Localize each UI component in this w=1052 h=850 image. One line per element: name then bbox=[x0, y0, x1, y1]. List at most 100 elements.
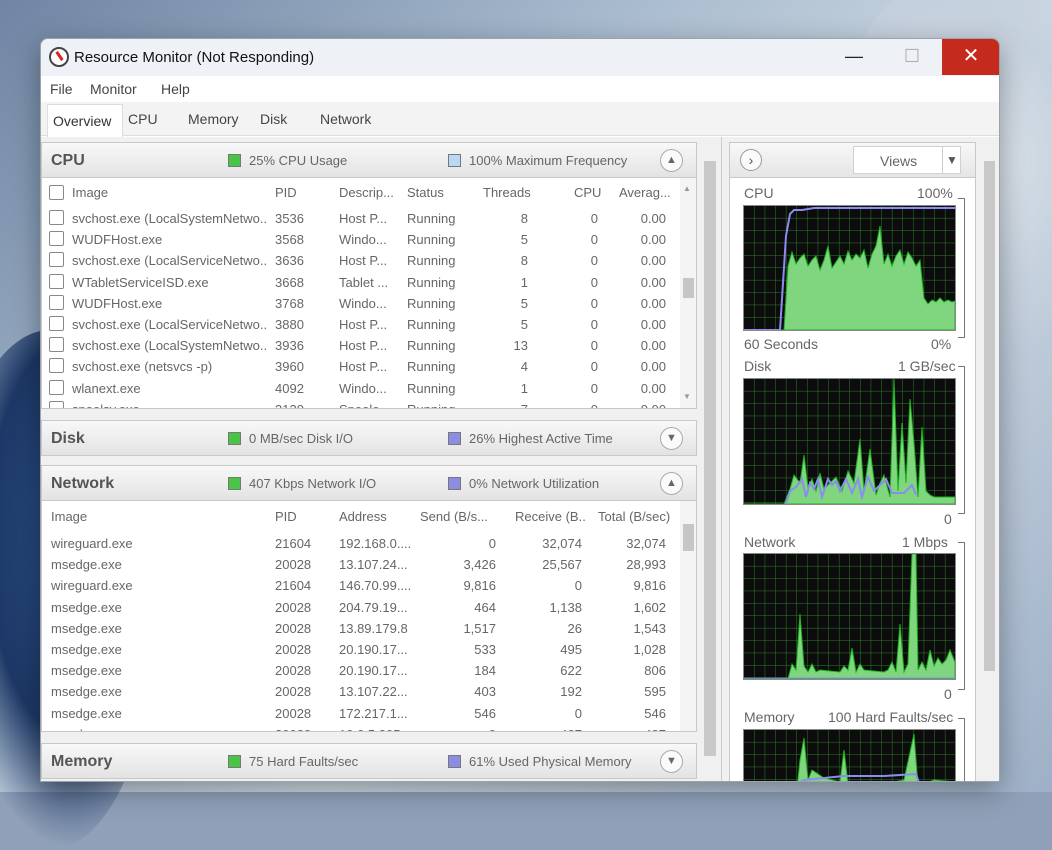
graphs-pane-scrollbar[interactable] bbox=[984, 161, 995, 671]
process-description: Windo... bbox=[339, 295, 387, 311]
memory-expand-icon[interactable]: ▼ bbox=[660, 750, 683, 773]
col-average-cpu[interactable]: Averag... bbox=[619, 185, 671, 200]
process-pid: 3880 bbox=[275, 317, 304, 332]
net-address: 13.89.179.8 bbox=[339, 620, 408, 636]
process-status: Running bbox=[407, 253, 456, 269]
process-pid: 3960 bbox=[275, 359, 304, 375]
network-process-row[interactable]: msedge.exe 20028 20.190.17... 184 622 806 bbox=[42, 660, 682, 681]
net-total: 546 bbox=[644, 705, 666, 721]
process-threads: 5 bbox=[520, 295, 528, 311]
tab-overview[interactable]: Overview bbox=[47, 104, 123, 137]
col-status[interactable]: Status bbox=[407, 185, 444, 200]
menu-help[interactable]: Help bbox=[161, 81, 190, 97]
cpu-process-row[interactable]: svchost.exe (LocalServiceNetwo... 3636 Hos… bbox=[42, 250, 682, 271]
network-process-row[interactable]: msedge.exe 20028 172.217.1... 546 0 546 bbox=[42, 703, 682, 724]
cpu-process-row[interactable]: svchost.exe (netsvcs -p) 3960 Host P... Run… bbox=[42, 356, 682, 377]
tab-cpu[interactable]: CPU bbox=[128, 111, 158, 127]
cpu-process-row[interactable]: svchost.exe (LocalSystemNetwo... 3936 Host… bbox=[42, 335, 682, 356]
col-net-address[interactable]: Address bbox=[339, 509, 387, 524]
views-dropdown[interactable]: Views ▼ bbox=[853, 146, 961, 174]
process-checkbox[interactable] bbox=[49, 337, 64, 353]
cpu-process-row[interactable]: WUDFHost.exe 3568 Windo... Running 5 0 0.00 bbox=[42, 229, 682, 250]
col-cpu[interactable]: CPU bbox=[574, 185, 601, 200]
net-total: 9,816 bbox=[633, 578, 666, 594]
memory-panel-title: Memory bbox=[51, 753, 113, 770]
process-average-cpu: 0.00 bbox=[640, 317, 666, 332]
network-process-row[interactable]: wireguard.exe 21604 192.168.0.... 0 32,074 32… bbox=[42, 533, 682, 554]
col-net-receive[interactable]: Receive (B... bbox=[515, 509, 587, 524]
chevron-down-icon[interactable]: ▼ bbox=[942, 147, 961, 173]
cpu-process-row[interactable]: svchost.exe (LocalServiceNetwo... 3880 Hos… bbox=[42, 314, 682, 335]
network-table-scrollbar[interactable] bbox=[680, 501, 696, 731]
close-button[interactable]: ✕ bbox=[942, 39, 999, 75]
cpu-collapse-icon[interactable]: ▲ bbox=[660, 149, 683, 172]
tab-network[interactable]: Network bbox=[320, 111, 371, 127]
net-total: 28,993 bbox=[626, 557, 666, 573]
select-all-checkbox[interactable] bbox=[49, 185, 64, 200]
col-description[interactable]: Descrip... bbox=[339, 185, 394, 200]
process-status: Running bbox=[407, 317, 456, 332]
process-pid: 3768 bbox=[275, 295, 304, 311]
process-pid: 3120 bbox=[275, 402, 304, 408]
net-total: 32,074 bbox=[626, 536, 666, 551]
process-checkbox[interactable] bbox=[49, 273, 64, 289]
network-process-row[interactable]: msedge.exe 20028 20.190.17... 533 495 1,028 bbox=[42, 639, 682, 660]
col-net-send[interactable]: Send (B/s... bbox=[420, 509, 498, 524]
expand-arrow-icon[interactable]: › bbox=[740, 149, 762, 171]
memory-graph bbox=[743, 729, 956, 781]
network-process-row[interactable]: msedge.exe 20028 13.107.24... 3,426 25,567 28… bbox=[42, 554, 682, 575]
process-threads: 7 bbox=[482, 402, 528, 408]
process-checkbox[interactable] bbox=[49, 252, 64, 268]
col-net-pid[interactable]: PID bbox=[275, 509, 297, 524]
disk-expand-icon[interactable]: ▼ bbox=[660, 427, 683, 450]
process-checkbox[interactable] bbox=[49, 400, 64, 408]
network-process-row[interactable]: wireguard.exe 21604 146.70.99.... 9,816 0 9,8… bbox=[42, 575, 682, 596]
tab-memory[interactable]: Memory bbox=[188, 111, 239, 127]
net-receive: 622 bbox=[560, 663, 582, 679]
process-status: Running bbox=[407, 359, 456, 375]
cpu-panel-header[interactable]: CPU 25% CPU Usage 100% Maximum Frequency… bbox=[41, 142, 697, 178]
minimize-button[interactable]: — bbox=[825, 39, 883, 75]
tab-disk[interactable]: Disk bbox=[260, 111, 287, 127]
network-process-row[interactable]: msedge.exe 20028 13.107.22... 403 192 595 bbox=[42, 681, 682, 702]
maximize-button[interactable]: ☐ bbox=[883, 39, 941, 75]
process-checkbox[interactable] bbox=[49, 358, 64, 374]
cpu-process-row[interactable]: wlanext.exe 4092 Windo... Running 1 0 0.00 bbox=[42, 378, 682, 399]
cpu-process-row[interactable]: WUDFHost.exe 3768 Windo... Running 5 0 0.00 bbox=[42, 293, 682, 314]
process-average-cpu: 0.00 bbox=[640, 232, 666, 248]
cpu-process-row[interactable]: WTabletServiceISD.exe 3668 Tablet ... Runni… bbox=[42, 272, 682, 293]
net-send: 546 bbox=[474, 705, 496, 721]
col-image[interactable]: Image bbox=[72, 185, 108, 200]
col-pid[interactable]: PID bbox=[275, 185, 297, 200]
cpu-table-scrollbar[interactable]: ▲ ▼ bbox=[680, 178, 696, 408]
disk-panel-header[interactable]: Disk 0 MB/sec Disk I/O 26% Highest Activ… bbox=[41, 420, 697, 456]
process-description: Windo... bbox=[339, 380, 387, 396]
cpu-process-row[interactable]: svchost.exe (LocalSystemNetwo... 3536 Host… bbox=[42, 208, 682, 229]
process-checkbox[interactable] bbox=[49, 231, 64, 247]
process-checkbox[interactable] bbox=[49, 379, 64, 395]
col-net-total[interactable]: Total (B/sec) bbox=[598, 509, 670, 524]
network-process-row[interactable]: msedge.exe 20028 13.89.179.8 1,517 26 1,543 bbox=[42, 618, 682, 639]
menu-file[interactable]: File bbox=[50, 81, 73, 97]
net-address: 192.168.0.... bbox=[339, 536, 411, 551]
network-process-row[interactable]: msedge.exe 20028 10.0.5.205 0 487 487 bbox=[42, 724, 682, 731]
process-checkbox[interactable] bbox=[49, 210, 64, 225]
col-net-image[interactable]: Image bbox=[51, 509, 87, 524]
cpu-process-row[interactable]: spoolsv.exe 3120 Spoolo... Running 7 0 0.00 bbox=[42, 399, 682, 408]
net-receive: 32,074 bbox=[542, 536, 582, 551]
net-send: 184 bbox=[474, 663, 496, 679]
network-collapse-icon[interactable]: ▲ bbox=[660, 472, 683, 495]
menu-monitor[interactable]: Monitor bbox=[90, 81, 137, 97]
process-checkbox[interactable] bbox=[49, 316, 64, 331]
net-address: 20.190.17... bbox=[339, 663, 408, 679]
net-image: msedge.exe bbox=[51, 727, 261, 731]
left-pane-scrollbar[interactable] bbox=[704, 161, 716, 756]
process-checkbox[interactable] bbox=[49, 294, 64, 310]
process-image: svchost.exe (LocalServiceNetwo... bbox=[72, 253, 267, 269]
network-panel-header[interactable]: Network 407 Kbps Network I/O 0% Network … bbox=[41, 465, 697, 501]
views-label: Views bbox=[880, 153, 918, 169]
network-process-row[interactable]: msedge.exe 20028 204.79.19... 464 1,138 1,602 bbox=[42, 597, 682, 618]
memory-panel-header[interactable]: Memory 75 Hard Faults/sec 61% Used Physi… bbox=[41, 743, 697, 779]
net-receive: 495 bbox=[560, 642, 582, 657]
col-threads[interactable]: Threads bbox=[483, 185, 531, 200]
